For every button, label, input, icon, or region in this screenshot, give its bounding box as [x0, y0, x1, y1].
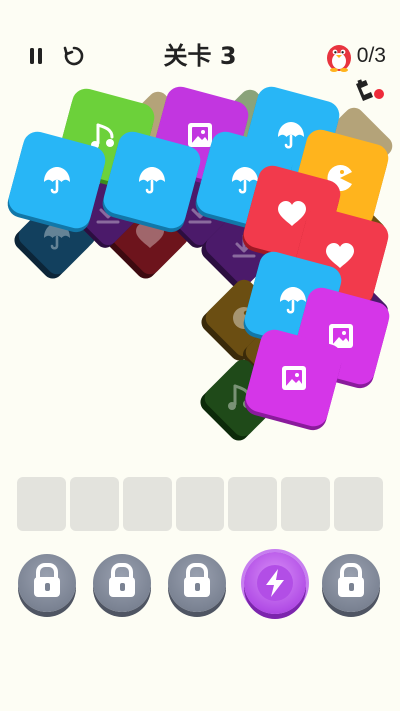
- tile-slot: [334, 477, 384, 531]
- powerup-2[interactable]: [93, 554, 151, 612]
- powerup-3[interactable]: [168, 554, 226, 612]
- tile-slot: [69, 477, 119, 531]
- lightning-icon: [257, 565, 293, 601]
- tile-slot: [17, 477, 66, 531]
- powerup-bar: [0, 548, 400, 628]
- lock-icon: [109, 563, 135, 597]
- tile-slot-tray: [17, 477, 384, 531]
- powerup-1[interactable]: [18, 554, 76, 612]
- tile-slot: [228, 477, 278, 531]
- tile-slot: [175, 477, 225, 531]
- powerup-5[interactable]: [322, 554, 380, 612]
- tile-slot: [281, 477, 331, 531]
- lock-icon: [34, 563, 60, 597]
- tile-slot: [122, 477, 172, 531]
- powerup-4[interactable]: [244, 552, 306, 614]
- lock-icon: [338, 563, 364, 597]
- game-board: [7, 86, 393, 441]
- lock-icon: [184, 563, 210, 597]
